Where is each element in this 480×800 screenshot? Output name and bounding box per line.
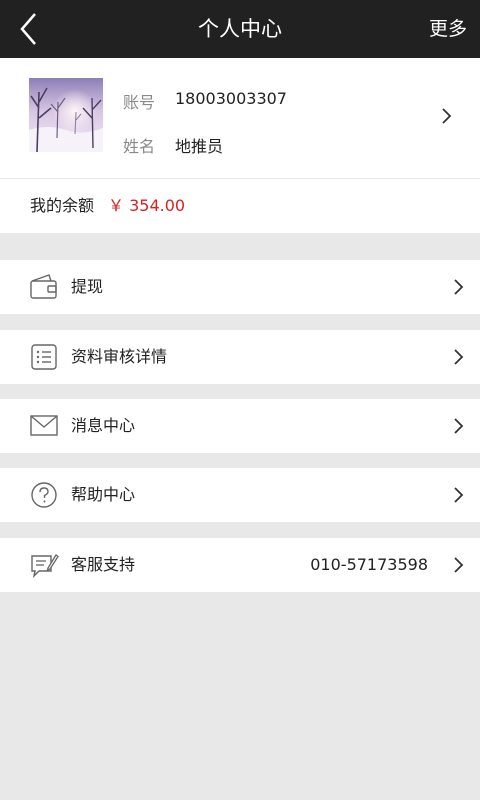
account-label: 账号: [123, 93, 156, 112]
question-circle-icon: [31, 482, 57, 508]
balance-row: 我的余额 ￥ 354.00: [0, 179, 480, 233]
menu-item-message-center[interactable]: 消息中心: [0, 399, 480, 453]
account-value: 18003003307: [175, 89, 287, 108]
envelope-icon: [30, 415, 58, 436]
top-bar: 个人中心 更多: [0, 0, 480, 58]
balance-value: ￥ 354.00: [108, 196, 186, 215]
service-phone-number: 010-57173598: [310, 555, 428, 574]
name-value: 地推员: [175, 137, 224, 156]
balance-label: 我的余额: [30, 196, 95, 215]
name-label: 姓名: [123, 137, 156, 156]
wallet-icon: [30, 274, 57, 299]
menu-item-label: 消息中心: [71, 416, 136, 435]
more-button[interactable]: 更多: [429, 0, 467, 58]
list-document-icon: [31, 344, 57, 370]
menu-item-help-center[interactable]: 帮助中心: [0, 468, 480, 522]
avatar: [29, 78, 103, 152]
chevron-right-icon: [454, 279, 464, 295]
chevron-right-icon: [442, 108, 452, 124]
menu-item-label: 帮助中心: [71, 485, 136, 504]
chevron-right-icon: [454, 349, 464, 365]
menu-item-withdraw[interactable]: 提现: [0, 260, 480, 314]
customer-service-icon: [31, 554, 59, 579]
menu-item-label: 提现: [71, 277, 104, 296]
menu-item-review-details[interactable]: 资料审核详情: [0, 330, 480, 384]
menu-item-label: 客服支持: [71, 555, 136, 574]
menu-item-customer-service[interactable]: 客服支持 010-57173598: [0, 538, 480, 592]
chevron-right-icon: [454, 487, 464, 503]
page-title: 个人中心: [198, 17, 282, 41]
menu-item-label: 资料审核详情: [71, 347, 168, 366]
profile-card[interactable]: 账号 18003003307 姓名 地推员: [0, 58, 480, 178]
chevron-right-icon: [454, 418, 464, 434]
chevron-right-icon: [454, 557, 464, 573]
